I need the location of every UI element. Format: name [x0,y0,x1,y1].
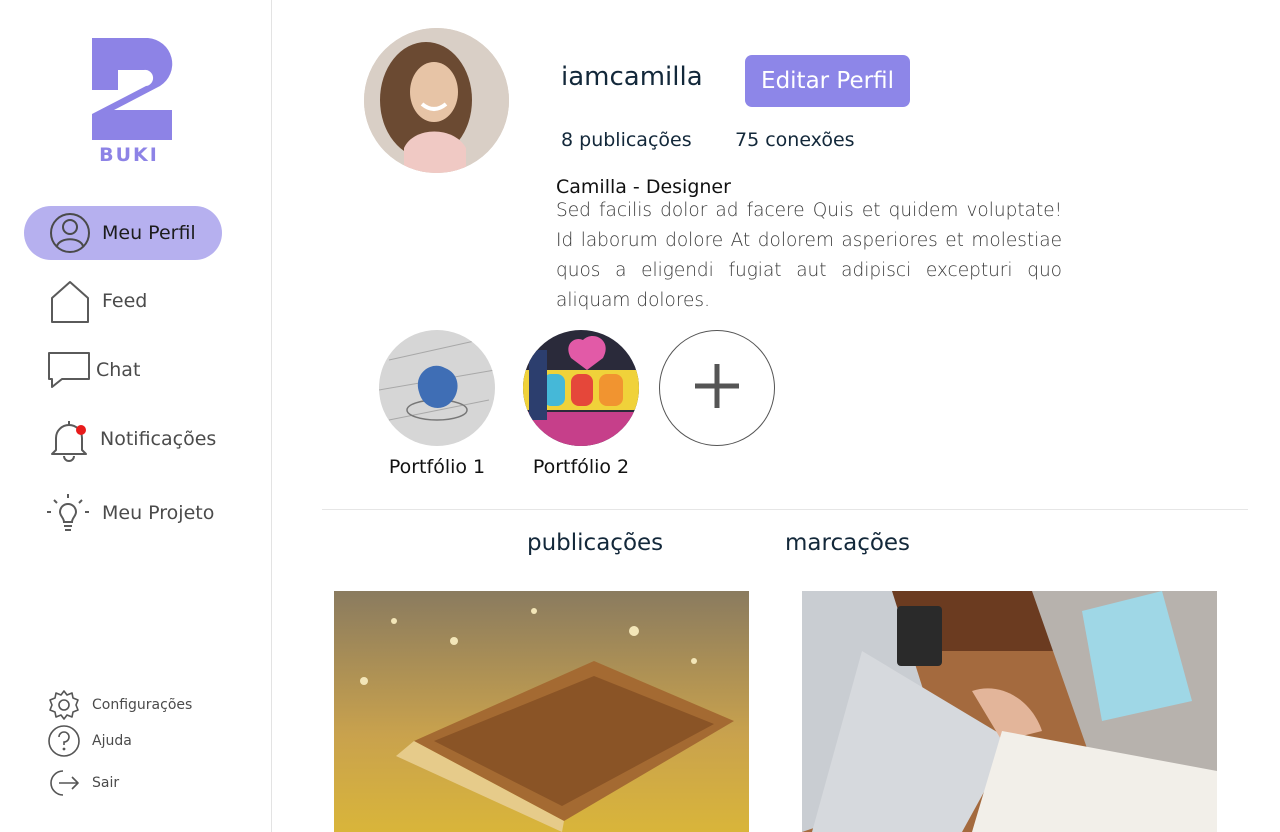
profile-avatar[interactable] [364,28,509,173]
sidebar-item-label: Feed [102,290,148,312]
sidebar-item-meu-perfil[interactable]: Meu Perfil [24,206,222,260]
highlight-thumbnail [379,330,495,446]
post-thumbnail[interactable] [334,591,749,832]
connections-count[interactable]: 75 conexões [735,129,855,151]
sidebar-item-label: Meu Perfil [102,222,196,244]
settings-label: Configurações [92,697,193,713]
bio-title: Camilla - Designer [556,176,731,198]
plus-icon [691,360,743,417]
posts-count[interactable]: 8 publicações [561,129,692,151]
sidebar-item-label: Meu Projeto [102,502,215,524]
highlight-thumbnail [523,330,639,446]
bio-text: Sed facilis dolor ad facere Quis et quid… [556,200,1062,311]
brand-name: BUKI [99,144,159,166]
tab-publicacoes[interactable]: publicações [527,530,663,556]
notification-badge [76,425,86,435]
add-highlight-button[interactable] [658,330,776,446]
sidebar-item-feed[interactable]: Feed [48,274,147,328]
highlight-portfolio-1[interactable]: Portfólio 1 [378,330,496,478]
highlight-portfolio-2[interactable]: Portfólio 2 [522,330,640,478]
logout-label: Sair [92,775,120,791]
chat-bubble-icon [46,350,92,390]
profile-main: iamcamilla Editar Perfil 8 publicações 7… [272,0,1280,832]
section-divider [322,509,1248,510]
buki-logo-mark [92,38,173,140]
user-circle-icon [48,213,92,253]
sidebar-item-meu-projeto[interactable]: Meu Projeto [44,486,214,540]
highlight-label: Portfólio 1 [388,456,486,478]
add-highlight-circle [659,330,775,446]
edit-profile-button[interactable]: Editar Perfil [745,55,910,107]
gear-icon [46,688,82,722]
tab-marcacoes[interactable]: marcações [785,530,910,556]
post-thumbnail[interactable] [802,591,1217,832]
highlight-label: Portfólio 2 [532,456,630,478]
bell-icon [48,416,90,462]
sidebar-item-notificacoes[interactable]: Notificações [48,412,216,466]
sidebar-help[interactable]: Ajuda [46,724,132,758]
help-label: Ajuda [92,733,132,749]
sidebar-item-label: Notificações [100,428,217,450]
buki-logo[interactable]: BUKI [86,36,178,166]
sidebar-item-label: Chat [96,359,141,381]
sidebar-settings[interactable]: Configurações [46,688,192,722]
sidebar-item-chat[interactable]: Chat [46,343,140,397]
logout-icon [46,766,82,800]
help-icon [46,724,82,758]
sidebar-logout[interactable]: Sair [46,766,119,800]
lightbulb-icon [44,490,92,536]
sidebar: BUKI Meu Perfil Feed Chat Notificações M… [0,0,272,832]
profile-username: iamcamilla [561,62,703,92]
home-icon [48,278,92,324]
